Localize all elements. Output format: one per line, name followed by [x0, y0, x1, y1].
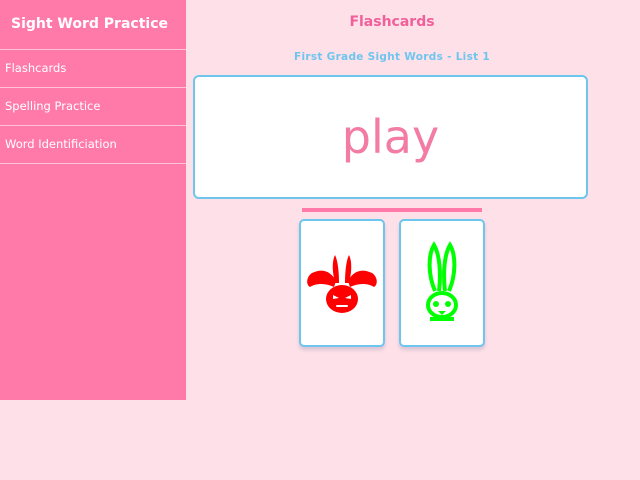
word-card: play: [193, 75, 588, 199]
list-title: First Grade Sight Words - List 1: [293, 51, 491, 63]
divider: [302, 208, 482, 212]
sidebar-item-word-identification[interactable]: Word Identificiation: [0, 126, 186, 164]
sidebar: Sight Word Practice Flashcards Spelling …: [0, 0, 186, 400]
page-title: Flashcards: [349, 14, 435, 30]
sidebar-title: Sight Word Practice: [0, 0, 186, 50]
answer-card-red-rabbit[interactable]: [299, 219, 385, 347]
green-rabbit-icon: [426, 241, 458, 321]
sidebar-item-spelling-practice[interactable]: Spelling Practice: [0, 88, 186, 126]
sight-word: play: [341, 110, 440, 164]
app-root: Sight Word Practice Flashcards Spelling …: [0, 0, 640, 480]
answer-card-green-rabbit[interactable]: [399, 219, 485, 347]
red-rabbit-icon: [307, 255, 377, 313]
sidebar-item-flashcards[interactable]: Flashcards: [0, 50, 186, 88]
